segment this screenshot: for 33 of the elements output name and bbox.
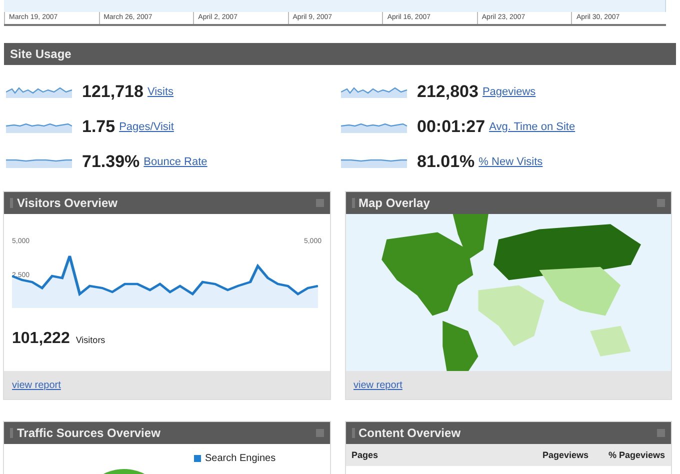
panel-header: Map Overlay: [346, 192, 671, 214]
sparkline: [6, 86, 72, 98]
column-header: Pages: [352, 450, 380, 460]
menu-icon[interactable]: [657, 198, 665, 207]
visitors-total: 101,222: [12, 330, 70, 348]
metric-value: 212,803: [417, 82, 478, 102]
column-header: % Pageviews: [608, 450, 665, 460]
sparkline: [341, 86, 407, 98]
metric-value: 00:01:27: [417, 116, 486, 136]
metric-link[interactable]: Visits: [147, 86, 174, 98]
sparkline: [341, 120, 407, 132]
section-header: Site Usage: [4, 43, 676, 65]
view-report-link[interactable]: view report: [354, 380, 402, 391]
menu-icon[interactable]: [316, 199, 324, 207]
visitors-label: Visitors: [76, 335, 106, 345]
view-report-link[interactable]: view report: [12, 380, 61, 390]
panel-header: Content Overview: [346, 422, 671, 444]
panel-header: Visitors Overview: [4, 192, 330, 214]
metric-link[interactable]: Pages/Visit: [119, 120, 174, 132]
metric-link[interactable]: Bounce Rate: [144, 156, 208, 168]
sparkline: [6, 120, 72, 132]
panel-header: Traffic Sources Overview: [4, 422, 330, 444]
menu-icon[interactable]: [316, 429, 324, 437]
menu-icon[interactable]: [657, 429, 665, 437]
column-header: Pageviews: [542, 450, 588, 460]
metric-value: 71.39%: [82, 152, 140, 172]
metric-link[interactable]: Pageviews: [482, 86, 536, 98]
legend-label: Search Engines: [205, 452, 276, 464]
metric-link[interactable]: Avg. Time on Site: [489, 120, 576, 132]
metric-value: 1.75: [82, 116, 116, 136]
metric-value: 121,718: [82, 82, 144, 102]
metric-value: 81.01%: [417, 152, 475, 172]
metric-link[interactable]: % New Visits: [478, 156, 543, 168]
